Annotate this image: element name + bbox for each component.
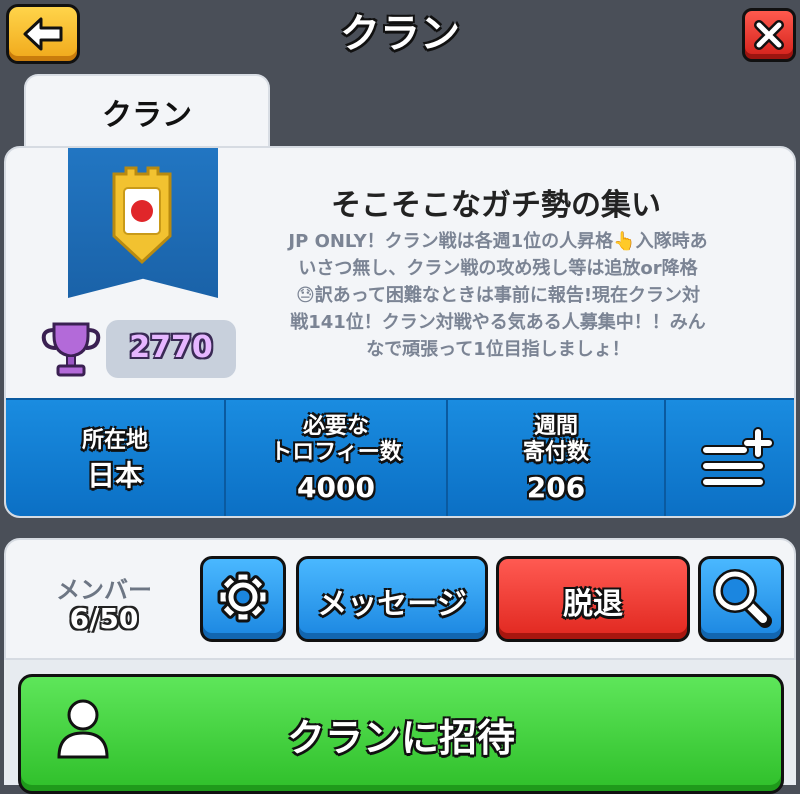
leave-clan-button-label: 脱退: [563, 587, 623, 622]
clan-description: JP ONLY！クラン戦は各週1位の人昇格👆入隊時あ いさつ無し、クラン戦の攻め…: [288, 231, 708, 360]
stat-location: 所在地 日本: [6, 400, 226, 516]
message-button[interactable]: メッセージ: [296, 556, 488, 642]
clan-badge-japan-flag-icon: [112, 166, 172, 265]
stat-weekly-donations-value: 206: [526, 471, 586, 504]
member-label: メンバー: [56, 576, 152, 604]
search-icon: [713, 569, 772, 628]
top-bar: クラン: [0, 0, 800, 68]
stat-required-trophies: 必要な トロフィー数 4000: [226, 400, 448, 516]
page-title: クラン: [340, 11, 460, 57]
clan-name: そこそこなガチ勢の集い: [331, 188, 661, 223]
stat-location-label: 所在地: [81, 428, 148, 453]
leave-clan-button[interactable]: 脱退: [496, 556, 690, 642]
stat-required-trophies-value: 4000: [297, 471, 375, 504]
list-add-icon[interactable]: [700, 426, 776, 488]
member-panel: メンバー 6/50 メッセージ 脱退: [4, 538, 796, 660]
stat-weekly-donations-label: 週間 寄付数: [522, 414, 589, 465]
member-count: 6/50: [69, 602, 139, 635]
clan-trophy-count: 2770: [129, 330, 213, 365]
trophy-icon: [41, 322, 101, 377]
stat-location-value: 日本: [86, 459, 143, 492]
clan-stats-bar: 所在地 日本 必要な トロフィー数 4000 週間 寄付数 206: [6, 398, 794, 516]
clan-settings-button[interactable]: [200, 556, 286, 642]
clan-trophy-box: 2770: [106, 320, 236, 378]
invite-area: クランに招待: [4, 660, 796, 794]
invite-to-clan-label: クランに招待: [286, 716, 515, 760]
gear-icon: [217, 571, 269, 623]
tab-clan[interactable]: クラン: [24, 74, 270, 152]
invite-to-clan-button[interactable]: クランに招待: [18, 674, 784, 794]
clan-info-card: そこそこなガチ勢の集い JP ONLY！クラン戦は各週1位の人昇格👆入隊時あ い…: [4, 146, 796, 518]
search-button[interactable]: [698, 556, 784, 642]
close-button[interactable]: [742, 8, 796, 62]
message-button-label: メッセージ: [317, 587, 467, 622]
close-icon: [754, 20, 784, 50]
stat-required-trophies-label: 必要な トロフィー数: [270, 414, 402, 465]
stat-weekly-donations: 週間 寄付数 206: [448, 400, 666, 516]
tab-clan-label: クラン: [102, 98, 192, 133]
